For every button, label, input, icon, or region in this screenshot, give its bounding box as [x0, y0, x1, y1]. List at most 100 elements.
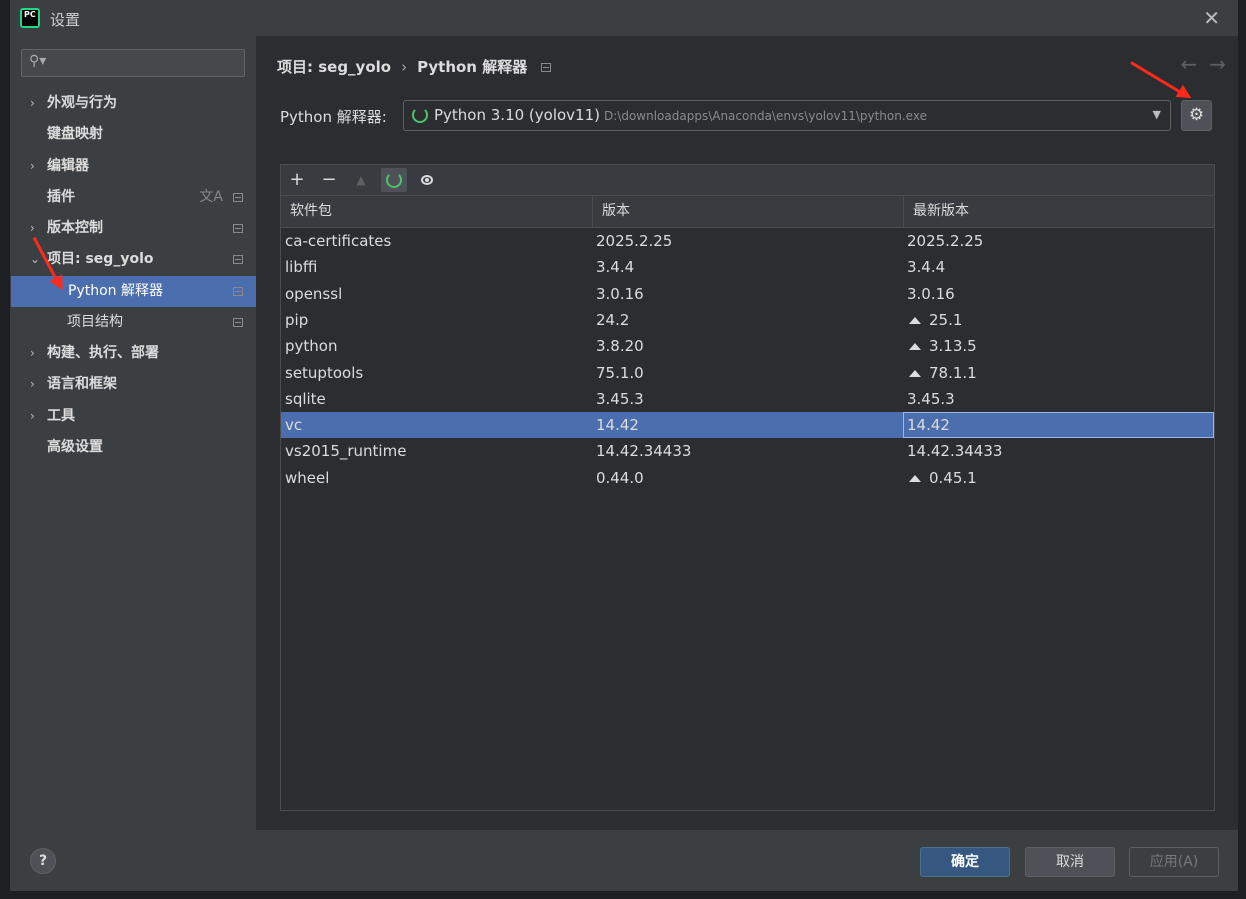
eye-icon [421, 175, 433, 185]
interpreter-path: D:\downloadapps\Anaconda\envs\yolov11\py… [604, 109, 927, 123]
latest-version-text: 3.4.4 [907, 258, 946, 277]
window-title: 设置 [50, 11, 81, 29]
package-name-cell: openssl [285, 284, 343, 303]
package-latest-version-cell: 3.0.16 [907, 281, 955, 307]
refresh-packages-button[interactable] [381, 168, 407, 192]
project-scope-icon [233, 255, 243, 264]
latest-version-text: 3.0.16 [907, 284, 955, 303]
project-scope-icon [541, 63, 552, 72]
package-name-cell: python [285, 337, 338, 356]
latest-version-text: 3.13.5 [929, 337, 977, 356]
package-name-cell: vc [285, 416, 303, 435]
table-row[interactable]: vs2015_runtime 14.42.34433 14.42.34433 [281, 438, 1214, 464]
table-row[interactable]: pip 24.2 25.1 [281, 307, 1214, 333]
package-name-cell: pip [285, 310, 309, 329]
cancel-button[interactable]: 取消 [1025, 847, 1115, 877]
arrow-right-icon[interactable]: → [1209, 52, 1226, 76]
column-latest-version[interactable]: 最新版本 [903, 196, 1214, 227]
column-package[interactable]: 软件包 [281, 196, 592, 227]
chevron-right-icon[interactable]: › [30, 338, 35, 369]
interpreter-label: Python 解释器: [280, 108, 387, 126]
package-version-cell: 75.1.0 [596, 363, 644, 382]
chevron-right-icon[interactable]: › [30, 369, 35, 400]
project-scope-icon [233, 224, 243, 233]
chevron-down-icon[interactable]: ▼ [1153, 108, 1161, 121]
sidebar-item-label: 外观与行为 [47, 95, 117, 111]
sidebar-item-label: 版本控制 [47, 220, 103, 236]
column-version[interactable]: 版本 [592, 196, 903, 227]
breadcrumb-project[interactable]: 项目: seg_yolo [277, 58, 391, 76]
latest-version-text: 0.45.1 [929, 468, 977, 487]
sidebar-item-build-execution-deployment[interactable]: › 构建、执行、部署 [10, 338, 256, 369]
sidebar-item-tools[interactable]: › 工具 [10, 401, 256, 432]
plus-icon: + [289, 169, 305, 190]
table-row[interactable]: ca-certificates 2025.2.25 2025.2.25 [281, 228, 1214, 254]
package-name-cell: vs2015_runtime [285, 442, 407, 461]
install-package-button[interactable]: + [284, 168, 310, 192]
packages-panel: + − ▲ 软件包 版本 最新版本 ca-certificates 2025.2.… [280, 164, 1215, 811]
sidebar-item-appearance[interactable]: › 外观与行为 [10, 88, 256, 119]
package-name-cell: ca-certificates [285, 232, 392, 250]
uninstall-package-button[interactable]: − [316, 168, 342, 192]
packages-toolbar: + − ▲ [281, 165, 1214, 196]
latest-version-text: 25.1 [929, 310, 963, 329]
search-input[interactable]: ⚲▾ [21, 49, 245, 77]
ok-button[interactable]: 确定 [920, 847, 1010, 877]
sidebar-item-project-structure[interactable]: 项目结构 [10, 307, 256, 338]
sidebar-item-advanced-settings[interactable]: 高级设置 [10, 432, 256, 463]
chevron-right-icon[interactable]: › [30, 151, 35, 182]
sidebar-item-editor[interactable]: › 编辑器 [10, 151, 256, 182]
chevron-right-icon[interactable]: › [30, 88, 35, 119]
package-latest-version-cell: 14.42 [903, 412, 1214, 439]
triangle-up-icon [909, 369, 921, 377]
package-version-cell: 3.4.4 [596, 258, 635, 277]
interpreter-settings-button[interactable]: ⚙ [1181, 100, 1212, 131]
help-button[interactable]: ? [30, 848, 56, 874]
interpreter-dropdown[interactable]: Python 3.10 (yolov11) D:\downloadapps\Ana… [403, 100, 1171, 131]
interpreter-value: Python 3.10 (yolov11) D:\downloadapps\Ana… [434, 106, 927, 124]
project-scope-icon [233, 193, 243, 202]
sidebar-item-label: Python 解释器 [68, 283, 163, 299]
upgrade-package-button[interactable]: ▲ [348, 168, 374, 192]
table-row[interactable]: wheel 0.44.0 0.45.1 [281, 465, 1214, 491]
triangle-up-icon [909, 343, 921, 351]
package-version-cell: 2025.2.25 [596, 232, 673, 250]
sidebar-item-label: 项目结构 [67, 314, 123, 330]
package-version-cell: 0.44.0 [596, 468, 644, 487]
interpreter-name: Python 3.10 (yolov11) [434, 106, 600, 124]
apply-button[interactable]: 应用(A) [1129, 847, 1219, 877]
sidebar-item-label: 插件 [47, 189, 75, 205]
chevron-right-icon[interactable]: › [30, 401, 35, 432]
table-row[interactable]: openssl 3.0.16 3.0.16 [281, 281, 1214, 307]
sidebar-item-keymap[interactable]: 键盘映射 [10, 119, 256, 150]
latest-version-text: 2025.2.25 [907, 232, 984, 250]
sidebar-item-plugins[interactable]: 插件 文A [10, 182, 256, 213]
table-row[interactable]: sqlite 3.45.3 3.45.3 [281, 386, 1214, 412]
package-version-cell: 3.0.16 [596, 284, 644, 303]
history-navigation: ← → [1168, 52, 1226, 76]
sidebar-item-label: 构建、执行、部署 [47, 345, 159, 361]
sidebar-item-label: 键盘映射 [47, 126, 103, 142]
project-scope-icon [233, 287, 243, 296]
package-name-cell: libffi [285, 258, 318, 277]
packages-table-header: 软件包 版本 最新版本 [281, 196, 1214, 228]
triangle-up-icon: ▲ [356, 173, 366, 187]
package-version-cell: 3.45.3 [596, 389, 644, 408]
sidebar-item-languages-frameworks[interactable]: › 语言和框架 [10, 369, 256, 400]
triangle-up-icon [909, 316, 921, 324]
minus-icon: − [321, 169, 337, 190]
close-icon[interactable]: ✕ [1203, 6, 1220, 30]
settings-content: 项目: seg_yolo › Python 解释器 ← → Python 解释器: P… [256, 36, 1238, 830]
arrow-left-icon[interactable]: ← [1180, 52, 1197, 76]
table-row[interactable]: setuptools 75.1.0 78.1.1 [281, 360, 1214, 386]
table-row[interactable]: python 3.8.20 3.13.5 [281, 333, 1214, 359]
sidebar-item-label: 语言和框架 [47, 376, 117, 392]
sidebar-item-python-interpreter[interactable]: Python 解释器 [11, 276, 256, 307]
package-version-cell: 14.42 [596, 416, 639, 435]
table-row[interactable]: vc 14.42 14.42 [281, 412, 1214, 439]
show-early-releases-button[interactable] [413, 168, 439, 192]
table-row[interactable]: libffi 3.4.4 3.4.4 [281, 254, 1214, 280]
latest-version-text: 78.1.1 [929, 363, 977, 382]
package-version-cell: 14.42.34433 [596, 442, 692, 461]
sidebar-item-version-control[interactable]: › 版本控制 [10, 213, 256, 244]
